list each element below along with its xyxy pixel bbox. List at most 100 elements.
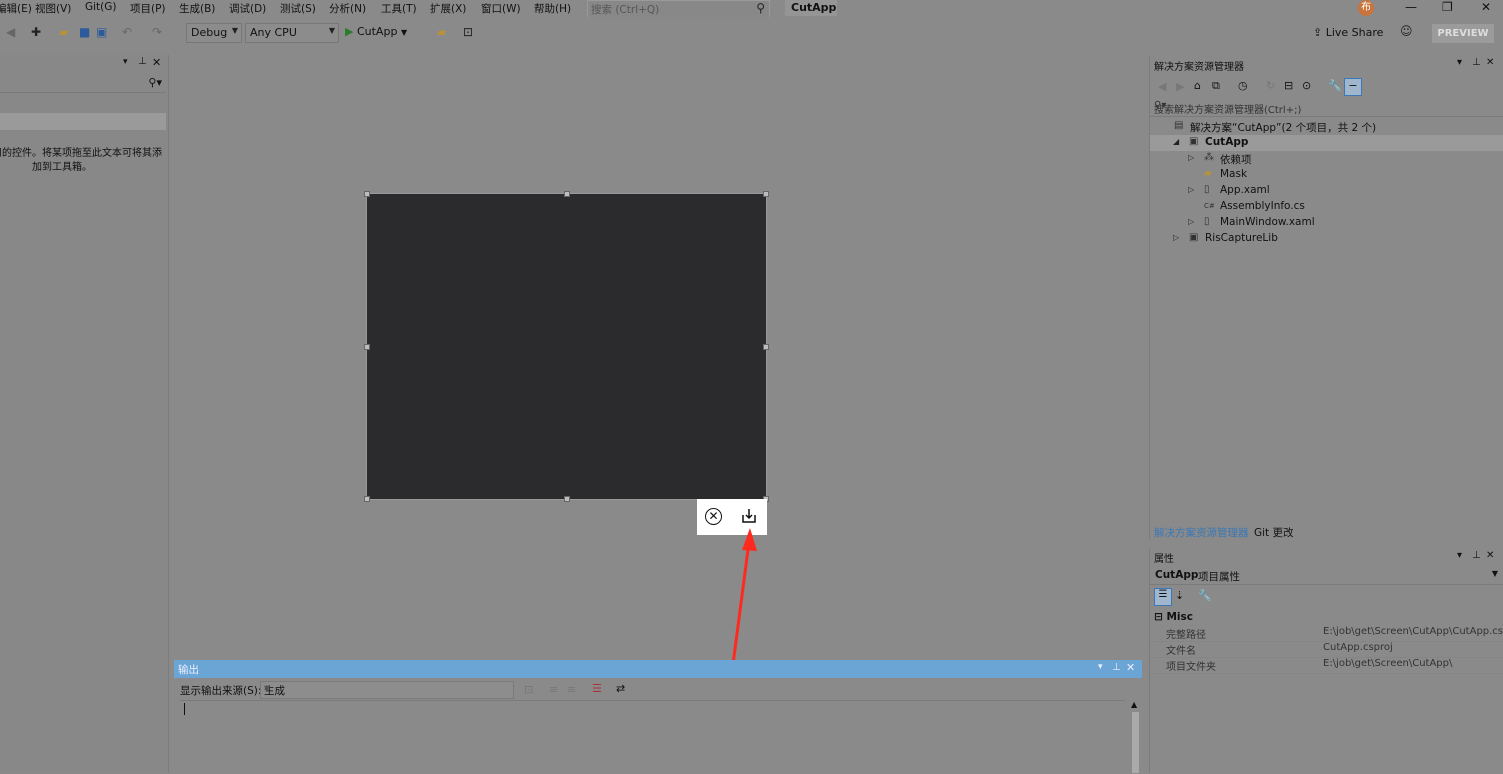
save-all-icon[interactable]: ▣ (96, 25, 107, 39)
alphabetical-icon[interactable]: ⇣ (1175, 589, 1184, 602)
resize-handle[interactable] (364, 496, 370, 502)
global-search-input[interactable]: 搜索 (Ctrl+Q) ⚲ (587, 0, 770, 18)
close-pane-icon[interactable]: ✕ (152, 56, 161, 69)
output-textarea[interactable] (180, 700, 1125, 774)
expand-icon[interactable]: ▷ (1188, 153, 1194, 162)
word-wrap-icon[interactable]: ⇄ (616, 682, 625, 695)
forward-icon[interactable]: ▶ (1176, 80, 1184, 93)
config-select[interactable]: Debug ▼ (186, 23, 242, 43)
solution-search-input[interactable]: 搜索解决方案资源管理器(Ctrl+;) ⚲▾ (1150, 99, 1503, 117)
pane-menu-icon[interactable]: ▾ (123, 57, 128, 67)
tree-item[interactable]: C# AssemblyInfo.cs (1150, 199, 1503, 215)
tree-item[interactable]: ▷ ▯ MainWindow.xaml (1150, 215, 1503, 231)
close-pane-icon[interactable]: ✕ (1486, 57, 1494, 68)
tree-item[interactable]: ▷ ⁂ 依赖项 (1150, 151, 1503, 167)
solution-explorer-title: 解决方案资源管理器 (1154, 62, 1244, 73)
resize-handle[interactable] (564, 496, 570, 502)
properties-category[interactable]: ⊟ Misc (1154, 611, 1193, 623)
pin-icon[interactable]: ⊥ (1472, 57, 1481, 68)
platform-select[interactable]: Any CPU ▼ (245, 23, 339, 43)
property-row[interactable]: 项目文件夹 E:\job\get\Screen\CutApp\ (1150, 657, 1503, 674)
pending-changes-icon[interactable]: ◷ (1238, 79, 1248, 92)
resize-handle[interactable] (364, 191, 370, 197)
minimize-icon[interactable]: — (1405, 0, 1417, 14)
collapse-all-icon[interactable]: ⊟ (1284, 79, 1293, 92)
preview-button[interactable]: PREVIEW (1432, 24, 1494, 43)
folder-icon[interactable]: ▰ (437, 25, 446, 39)
show-all-files-icon[interactable]: ⊙ (1302, 79, 1311, 92)
menu-extensions[interactable]: 扩展(X) (430, 1, 466, 16)
categorized-icon[interactable]: ☰ (1154, 588, 1172, 606)
start-debugging-button[interactable]: ▶ CutApp ▼ (345, 25, 407, 38)
menu-window[interactable]: 窗口(W) (481, 1, 521, 16)
scrollbar-thumb[interactable] (1132, 712, 1139, 773)
live-share-button[interactable]: ⇪ Live Share (1313, 26, 1383, 39)
expand-icon[interactable]: ▷ (1173, 233, 1179, 242)
menu-build[interactable]: 生成(B) (179, 1, 215, 16)
property-row[interactable]: 完整路径 E:\job\get\Screen\CutApp\CutApp.cs (1150, 625, 1503, 642)
redo-icon[interactable]: ↷ (152, 25, 162, 39)
scroll-up-icon[interactable]: ▲ (1131, 700, 1137, 709)
pin-icon[interactable]: ⊥ (1472, 550, 1481, 561)
menu-edit[interactable]: 编辑(E) (0, 1, 32, 16)
properties-wrench-icon[interactable]: 🔧 (1328, 79, 1342, 92)
avatar[interactable]: 布 (1358, 0, 1374, 16)
collapse-icon[interactable]: ◢ (1173, 137, 1179, 146)
tree-item[interactable]: ▷ ▣ RisCaptureLib (1150, 231, 1503, 247)
restore-icon[interactable]: ❐ (1442, 0, 1453, 14)
tree-item[interactable]: ▤ 解决方案“CutApp”(2 个项目，共 2 个) (1150, 119, 1503, 135)
search-icon: ⚲▾ (148, 76, 162, 89)
goto-location-icon[interactable]: ⊡ (524, 683, 533, 696)
pin-icon[interactable]: ⊥ (1112, 662, 1121, 673)
new-project-icon[interactable]: ✚ (31, 25, 41, 39)
pane-menu-icon[interactable]: ▾ (1457, 57, 1462, 68)
preview-selected-icon[interactable]: − (1344, 78, 1362, 96)
screenshot-tool-icon[interactable]: ⊡ (463, 25, 473, 39)
feedback-icon[interactable]: ☺ (1400, 24, 1413, 38)
menu-debug[interactable]: 调试(D) (229, 1, 266, 16)
tree-item[interactable]: ▷ ▯ App.xaml (1150, 183, 1503, 199)
pin-icon[interactable]: ⊥ (138, 56, 147, 67)
next-message-icon[interactable]: ≡ (567, 683, 576, 696)
window-design-preview[interactable] (364, 191, 769, 502)
pane-menu-icon[interactable]: ▾ (1098, 662, 1103, 672)
tree-item[interactable]: ▰ Mask (1150, 167, 1503, 183)
previous-message-icon[interactable]: ≡ (549, 683, 558, 696)
output-source-select[interactable]: 生成 ▼ (260, 681, 514, 699)
refresh-icon[interactable]: ↻ (1266, 79, 1275, 92)
toolbox-group-header[interactable] (0, 113, 166, 130)
menu-tools[interactable]: 工具(T) (381, 1, 417, 16)
menu-view[interactable]: 视图(V) (35, 1, 71, 16)
property-pages-icon[interactable]: 🔧 (1198, 589, 1212, 602)
save-icon[interactable]: ■ (79, 25, 90, 39)
menu-test[interactable]: 测试(S) (280, 1, 316, 16)
menu-help[interactable]: 帮助(H) (534, 1, 571, 16)
tree-item[interactable]: ◢ ▣ CutApp (1150, 135, 1503, 151)
resize-handle[interactable] (763, 191, 769, 197)
switch-views-icon[interactable]: ⧉ (1212, 79, 1220, 93)
resize-handle[interactable] (564, 191, 570, 197)
vertical-scrollbar[interactable]: ▲ (1130, 700, 1140, 773)
expand-icon[interactable]: ▷ (1188, 185, 1194, 194)
tab-solution-explorer[interactable]: 解决方案资源管理器 (1154, 525, 1249, 540)
menu-project[interactable]: 项目(P) (130, 1, 166, 16)
menu-git[interactable]: Git(G) (85, 1, 117, 13)
toolbox-search-input[interactable]: ⚲▾ (0, 75, 166, 93)
resize-handle[interactable] (763, 344, 769, 350)
back-icon[interactable]: ◀ (1158, 80, 1166, 93)
open-folder-icon[interactable]: ▰ (59, 25, 68, 39)
tab-git-changes[interactable]: Git 更改 (1254, 525, 1294, 540)
property-row[interactable]: 文件名 CutApp.csproj (1150, 641, 1503, 658)
expand-icon[interactable]: ▷ (1188, 217, 1194, 226)
menu-analyze[interactable]: 分析(N) (329, 1, 366, 16)
pane-menu-icon[interactable]: ▾ (1457, 550, 1462, 561)
home-icon[interactable]: ⌂ (1194, 79, 1201, 92)
properties-object-selector[interactable]: CutApp 项目属性 ▼ (1150, 567, 1503, 585)
close-pane-icon[interactable]: ✕ (1126, 661, 1135, 674)
close-window-icon[interactable]: ✕ (1481, 0, 1491, 14)
resize-handle[interactable] (364, 344, 370, 350)
back-nav-icon[interactable]: ◀ (6, 25, 15, 39)
clear-all-icon[interactable]: ☰ (592, 682, 602, 695)
undo-icon[interactable]: ↶ (122, 25, 132, 39)
close-pane-icon[interactable]: ✕ (1486, 550, 1494, 561)
